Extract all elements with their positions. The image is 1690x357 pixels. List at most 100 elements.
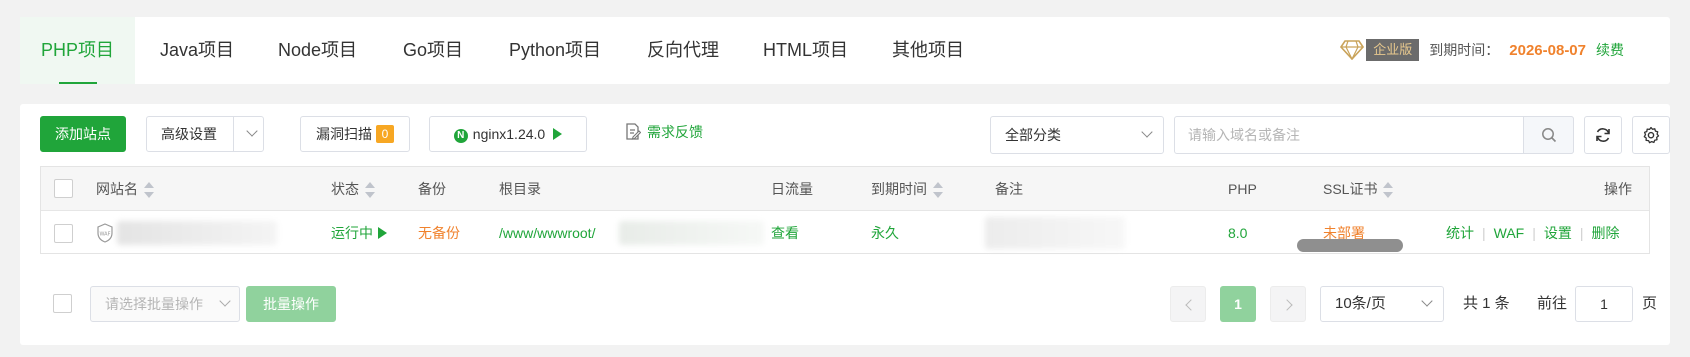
divider: | bbox=[1579, 225, 1584, 241]
column-header-traffic: 日流量 bbox=[771, 167, 813, 211]
tab-label: Python项目 bbox=[509, 40, 602, 60]
refresh-button[interactable] bbox=[1584, 116, 1622, 154]
advanced-settings-dropdown[interactable]: 高级设置 bbox=[146, 116, 264, 152]
tab-go[interactable]: Go项目 bbox=[403, 17, 463, 84]
tab-html[interactable]: HTML项目 bbox=[763, 17, 848, 84]
tab-reverse-proxy[interactable]: 反向代理 bbox=[647, 17, 719, 84]
tab-php[interactable]: PHP项目 bbox=[20, 17, 135, 84]
category-select-value: 全部分类 bbox=[1005, 127, 1061, 143]
gear-icon bbox=[1643, 126, 1660, 144]
stats-link[interactable]: 统计 bbox=[1446, 225, 1474, 241]
edit-doc-icon bbox=[626, 123, 641, 140]
delete-link[interactable]: 删除 bbox=[1592, 225, 1620, 241]
waf-shield-icon: WAF bbox=[97, 223, 113, 243]
traffic-view-link[interactable]: 查看 bbox=[771, 211, 799, 255]
chevron-left-icon bbox=[1185, 299, 1197, 311]
page-size-select[interactable]: 10条/页 bbox=[1320, 286, 1444, 322]
select-all-checkbox[interactable] bbox=[54, 179, 73, 198]
column-header-expire[interactable]: 到期时间 bbox=[871, 167, 943, 211]
page-button-current[interactable]: 1 bbox=[1220, 286, 1256, 322]
tab-other[interactable]: 其他项目 bbox=[892, 17, 964, 84]
refresh-icon bbox=[1596, 128, 1610, 142]
chevron-right-icon bbox=[1281, 299, 1293, 311]
column-header-backup: 备份 bbox=[418, 167, 446, 211]
header-label: 状态 bbox=[331, 181, 359, 197]
expiry-date: 2026-08-07 bbox=[1509, 41, 1586, 59]
root-dir-redacted bbox=[619, 221, 764, 245]
add-site-button[interactable]: 添加站点 bbox=[40, 116, 126, 152]
horizontal-scrollbar[interactable] bbox=[1297, 239, 1403, 252]
tab-label: 其他项目 bbox=[892, 40, 964, 60]
goto-page-input[interactable] bbox=[1575, 286, 1633, 322]
vuln-count-badge: 0 bbox=[376, 125, 394, 143]
row-actions: 统计 | WAF | 设置 | 删除 bbox=[1446, 211, 1620, 255]
category-select[interactable]: 全部分类 bbox=[990, 116, 1164, 154]
chevron-down-icon bbox=[219, 295, 231, 307]
search-icon bbox=[1541, 128, 1556, 143]
tab-label: HTML项目 bbox=[763, 40, 848, 60]
search-input[interactable] bbox=[1174, 116, 1574, 154]
backup-link[interactable]: 无备份 bbox=[418, 211, 460, 255]
php-version-link[interactable]: 8.0 bbox=[1228, 211, 1247, 255]
header-label: 网站名 bbox=[96, 181, 138, 197]
vuln-scan-button[interactable]: 漏洞扫描 0 bbox=[300, 116, 410, 152]
renew-link[interactable]: 续费 bbox=[1596, 40, 1624, 60]
header-label: PHP bbox=[1228, 181, 1257, 197]
prev-page-button[interactable] bbox=[1170, 286, 1206, 322]
sort-icon bbox=[365, 182, 375, 199]
header-label: SSL证书 bbox=[1323, 181, 1378, 197]
header-label: 备份 bbox=[418, 181, 446, 197]
add-site-label: 添加站点 bbox=[55, 126, 111, 142]
search-button[interactable] bbox=[1523, 116, 1574, 154]
status-running[interactable]: 运行中 bbox=[331, 211, 387, 255]
batch-action-button[interactable]: 批量操作 bbox=[246, 286, 336, 322]
batch-select-checkbox[interactable] bbox=[53, 294, 72, 313]
tab-python[interactable]: Python项目 bbox=[509, 17, 601, 84]
nginx-status-button[interactable]: Nnginx1.24.0 bbox=[429, 116, 587, 152]
next-page-button[interactable] bbox=[1270, 286, 1306, 322]
chevron-down-icon bbox=[246, 125, 258, 137]
batch-action-select[interactable]: 请选择批量操作 bbox=[90, 286, 240, 322]
column-header-remark: 备注 bbox=[995, 167, 1023, 211]
expire-link[interactable]: 永久 bbox=[871, 211, 899, 255]
site-table: 网站名 状态 备份 根目录 日流量 到期时间 备注 PHP SSL证书 操作 W… bbox=[40, 166, 1650, 254]
table-header: 网站名 状态 备份 根目录 日流量 到期时间 备注 PHP SSL证书 操作 bbox=[41, 167, 1649, 211]
header-label: 根目录 bbox=[499, 181, 541, 197]
tab-label: 反向代理 bbox=[647, 40, 719, 60]
tab-node[interactable]: Node项目 bbox=[278, 17, 357, 84]
total-count: 共 1 条 bbox=[1463, 295, 1510, 312]
column-header-actions: 操作 bbox=[1604, 167, 1632, 211]
header-label: 到期时间 bbox=[871, 181, 927, 197]
tab-label: PHP项目 bbox=[40, 40, 114, 60]
sort-icon bbox=[1383, 182, 1394, 199]
play-icon bbox=[553, 128, 563, 140]
edition-badge: 企业版 bbox=[1366, 39, 1420, 61]
tab-label: Go项目 bbox=[403, 40, 464, 60]
header-label: 备注 bbox=[995, 181, 1023, 197]
waf-link[interactable]: WAF bbox=[1494, 225, 1525, 241]
tab-java[interactable]: Java项目 bbox=[160, 17, 234, 84]
svg-text:WAF: WAF bbox=[100, 232, 111, 238]
feedback-link[interactable]: 需求反馈 bbox=[625, 123, 703, 141]
diamond-icon bbox=[1340, 40, 1365, 60]
column-header-site-name[interactable]: 网站名 bbox=[96, 167, 154, 211]
feedback-label: 需求反馈 bbox=[647, 124, 703, 140]
nginx-version-label: nginx1.24.0 bbox=[472, 126, 546, 142]
remark-redacted[interactable] bbox=[985, 217, 1125, 249]
tab-label: Node项目 bbox=[278, 40, 358, 60]
settings-link[interactable]: 设置 bbox=[1544, 225, 1572, 241]
header-label: 日流量 bbox=[771, 181, 813, 197]
settings-button[interactable] bbox=[1632, 116, 1670, 154]
column-header-status[interactable]: 状态 bbox=[331, 167, 375, 211]
sort-icon bbox=[144, 182, 154, 199]
divider: | bbox=[1532, 225, 1536, 241]
column-header-ssl[interactable]: SSL证书 bbox=[1323, 167, 1394, 211]
root-dir-link[interactable]: /www/wwwroot/ bbox=[499, 211, 595, 255]
page-size-value: 10条/页 bbox=[1335, 295, 1386, 312]
chevron-down-icon bbox=[1141, 126, 1153, 138]
site-list-panel: 添加站点 高级设置 漏洞扫描0 Nnginx1.24.0 需求反馈 全部分类 bbox=[20, 104, 1670, 345]
row-checkbox[interactable] bbox=[54, 224, 73, 243]
advanced-settings-label: 高级设置 bbox=[161, 126, 217, 142]
site-name-redacted[interactable] bbox=[117, 221, 277, 245]
chevron-down-icon bbox=[1421, 295, 1433, 307]
